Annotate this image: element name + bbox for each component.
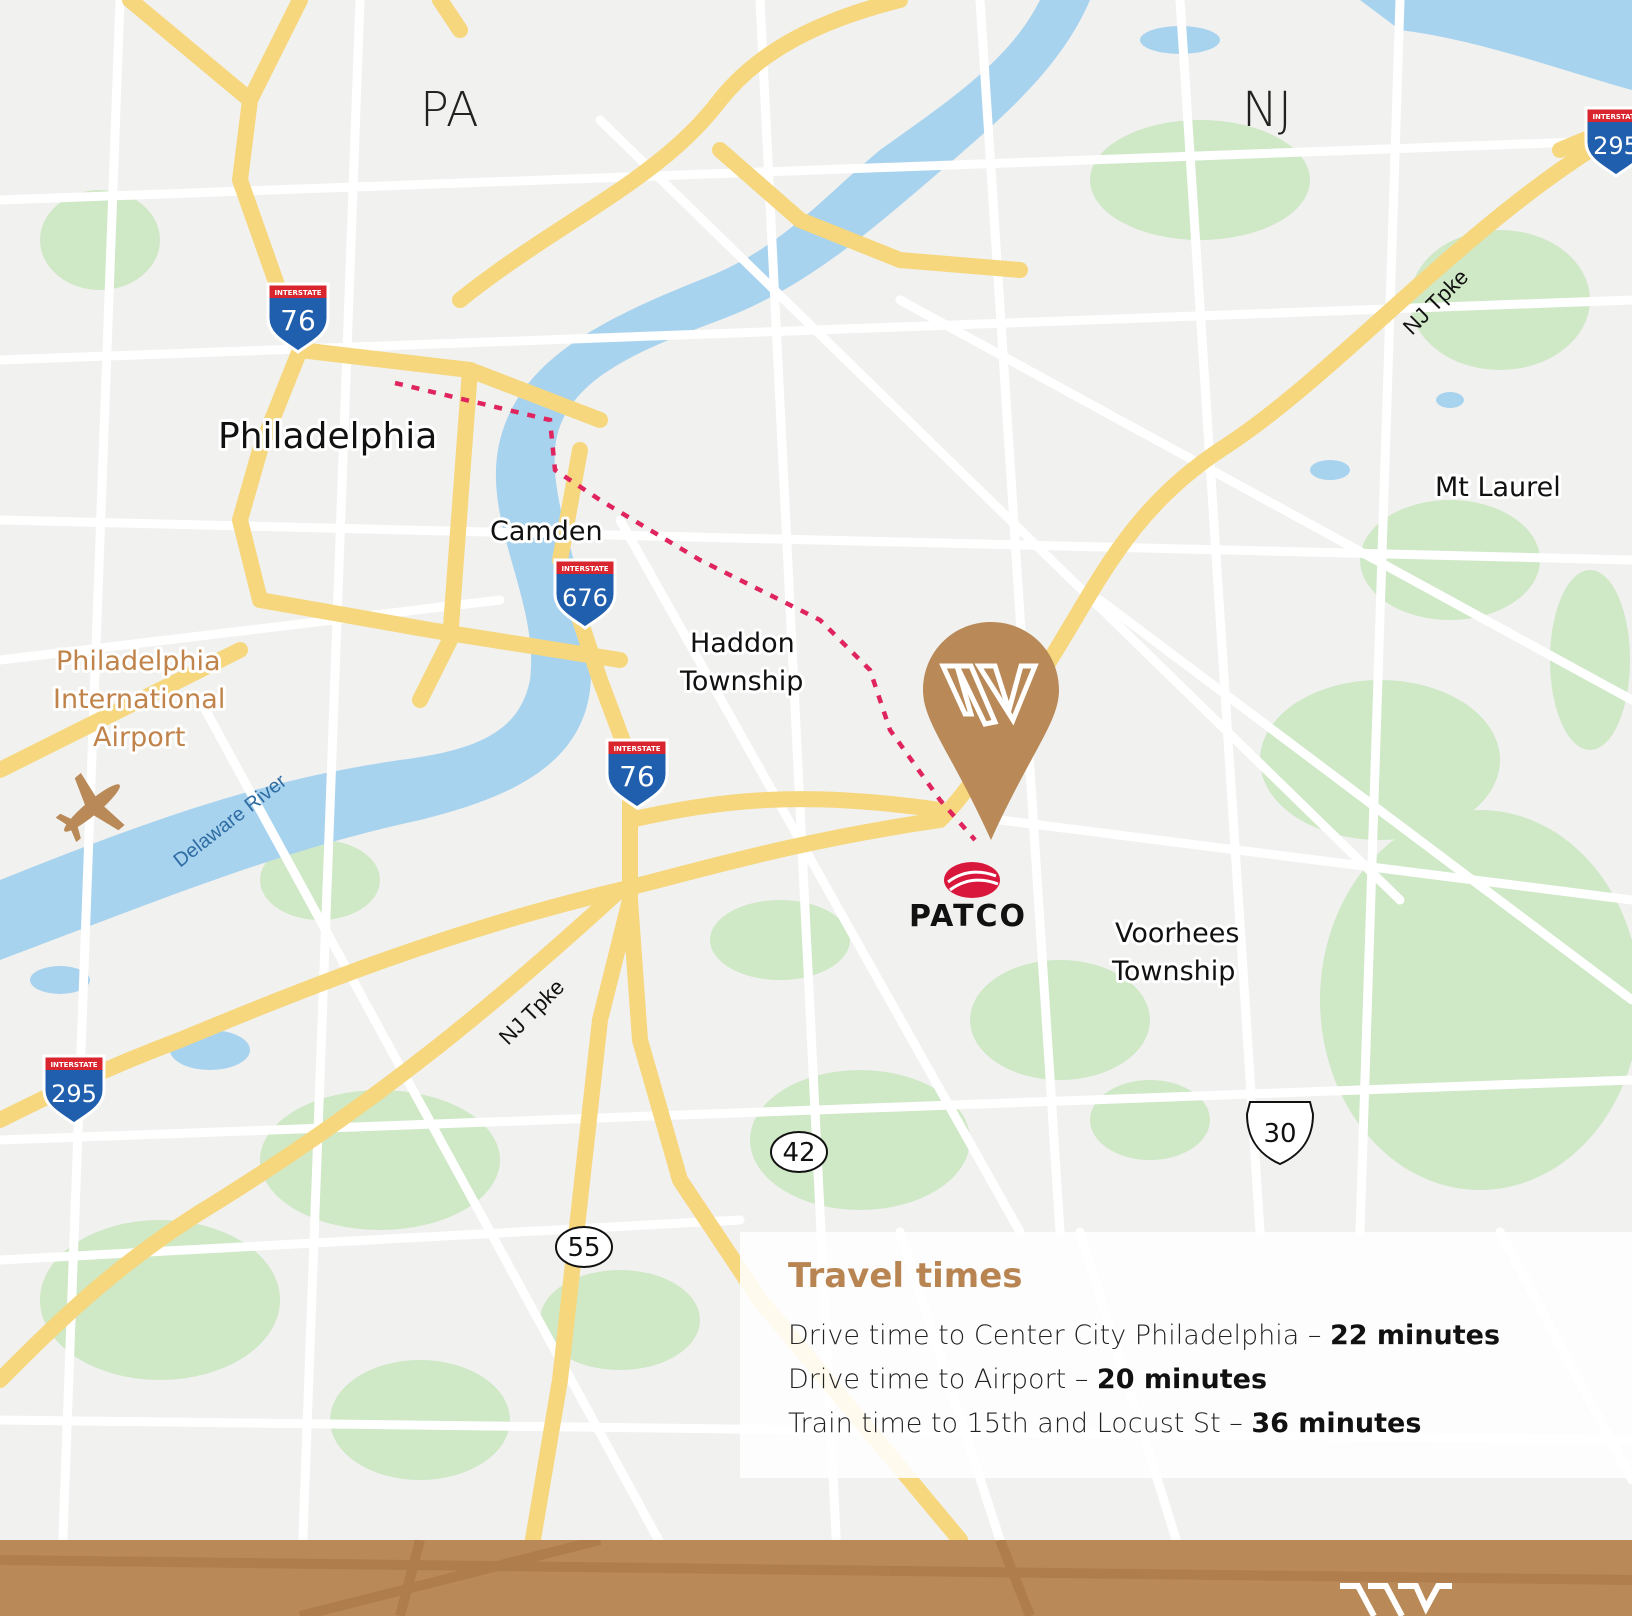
footer-band <box>0 1535 1632 1616</box>
footer-texture <box>0 1535 1632 1616</box>
label-mt-laurel: Mt Laurel <box>1435 472 1561 503</box>
travel-time-label: Train time to 15th and Locust St – <box>788 1408 1252 1439</box>
travel-time-label: Drive time to Center City Philadelphia – <box>788 1320 1330 1351</box>
travel-times-panel: Travel times Drive time to Center City P… <box>740 1232 1632 1478</box>
label-haddon-1: Haddon <box>690 628 795 659</box>
svg-text:76: 76 <box>619 760 655 793</box>
route-marker-55[interactable]: 55 <box>555 1226 613 1268</box>
travel-time-label: Drive time to Airport – <box>788 1364 1097 1395</box>
state-label-nj: NJ <box>1242 82 1292 138</box>
interstate-shield-76-east[interactable]: INTERSTATE 76 <box>605 738 669 810</box>
label-voorhees-1: Voorhees <box>1115 918 1239 949</box>
route-marker-42[interactable]: 42 <box>770 1131 828 1173</box>
svg-text:30: 30 <box>1263 1119 1296 1149</box>
map-page: PA NJ Philadelphia Camden Haddon Townshi… <box>0 0 1632 1616</box>
label-airport-2: International <box>53 684 225 715</box>
svg-text:55: 55 <box>567 1233 600 1263</box>
travel-time-value: 20 minutes <box>1096 1364 1268 1395</box>
travel-times-title: Travel times <box>788 1256 1023 1296</box>
svg-text:INTERSTATE: INTERSTATE <box>561 565 608 573</box>
svg-text:295: 295 <box>51 1080 97 1108</box>
label-haddon-2: Township <box>679 666 803 697</box>
label-voorhees-2: Township <box>1111 956 1235 987</box>
svg-text:INTERSTATE: INTERSTATE <box>1592 113 1632 121</box>
travel-time-row: Drive time to Airport – 20 minutes <box>788 1358 1632 1402</box>
label-camden: Camden <box>490 516 603 547</box>
interstate-shield-295-east[interactable]: INTERSTATE 295 <box>1584 106 1632 178</box>
svg-text:76: 76 <box>280 304 316 337</box>
svg-text:INTERSTATE: INTERSTATE <box>274 289 321 297</box>
patco-logo-text: PATCO <box>909 899 1027 934</box>
interstate-shield-295-west[interactable]: INTERSTATE 295 <box>42 1054 106 1126</box>
svg-text:295: 295 <box>1593 132 1632 160</box>
travel-time-value: 36 minutes <box>1251 1408 1422 1439</box>
label-airport-3: Airport <box>93 722 185 753</box>
travel-time-row: Drive time to Center City Philadelphia –… <box>788 1314 1632 1358</box>
interstate-shield-76-west[interactable]: INTERSTATE 76 <box>266 282 330 354</box>
travel-time-row: Train time to 15th and Locust St – 36 mi… <box>788 1402 1632 1446</box>
label-airport-1: Philadelphia <box>56 646 221 677</box>
label-philadelphia: Philadelphia <box>218 416 437 457</box>
svg-text:INTERSTATE: INTERSTATE <box>613 745 660 753</box>
state-label-pa: PA <box>420 82 479 138</box>
footer-monogram-icon <box>1340 1583 1452 1616</box>
patco-logo[interactable]: PATCO <box>909 862 1027 934</box>
svg-text:42: 42 <box>782 1138 815 1168</box>
svg-text:INTERSTATE: INTERSTATE <box>50 1061 97 1069</box>
svg-text:676: 676 <box>562 584 608 612</box>
travel-time-value: 22 minutes <box>1329 1320 1501 1351</box>
